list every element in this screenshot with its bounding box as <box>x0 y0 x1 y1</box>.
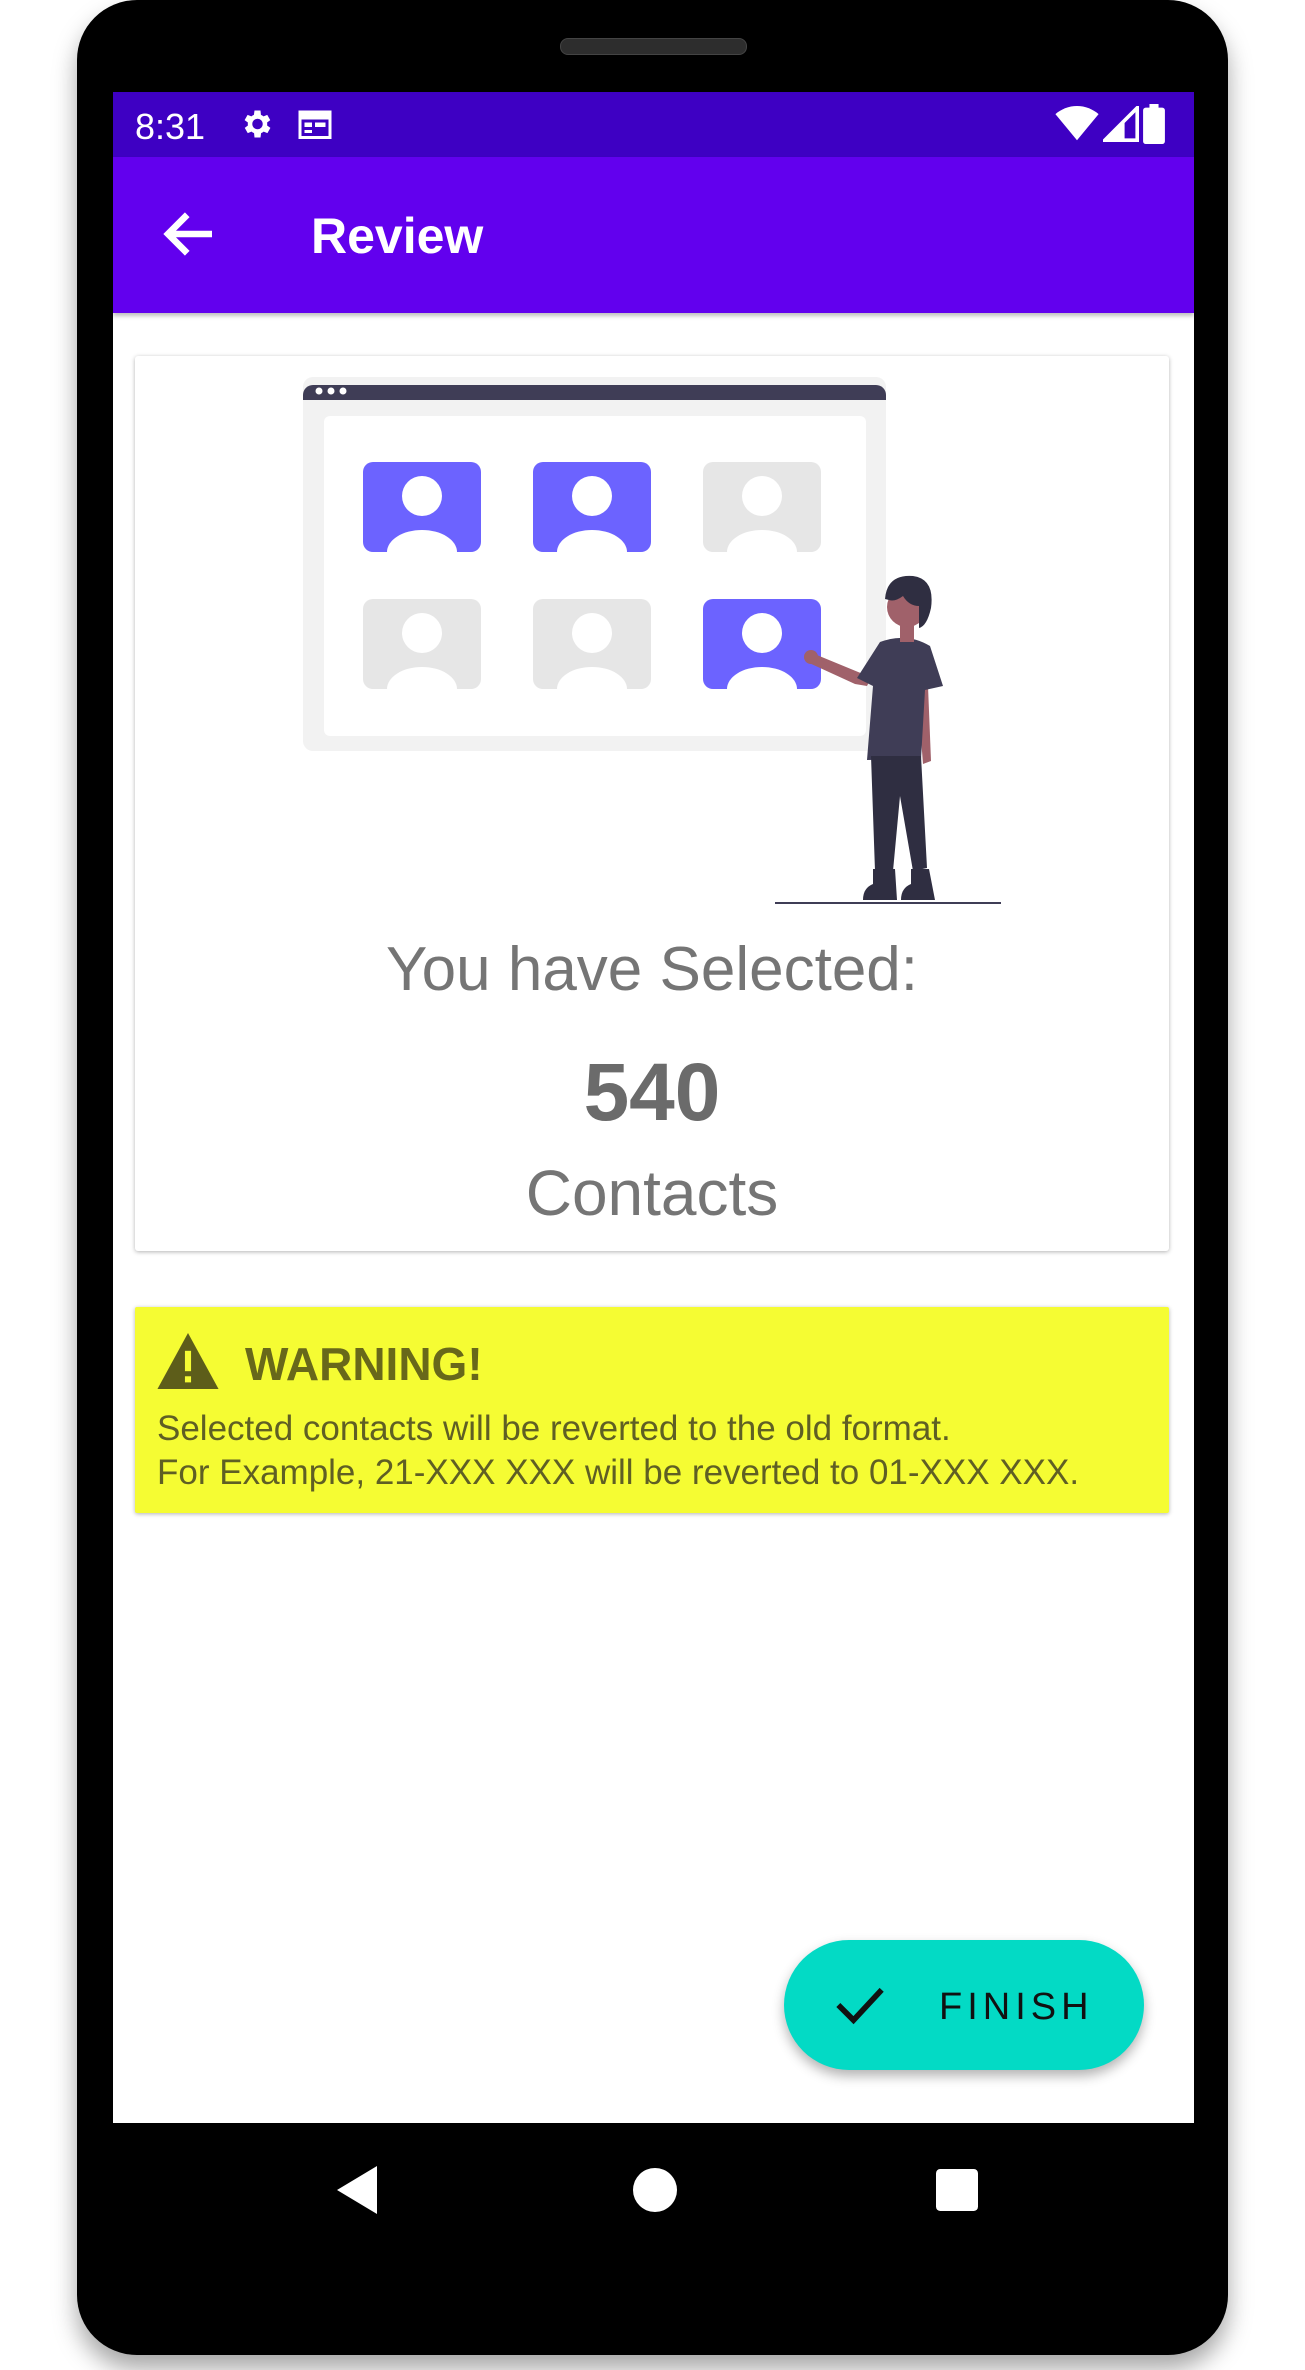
summary-card: You have Selected: 540 Contacts <box>135 356 1169 1251</box>
battery-icon <box>1143 104 1165 144</box>
contact-tile <box>533 462 651 552</box>
contacts-unit-label: Contacts <box>525 1157 779 1229</box>
signal-icon <box>1103 106 1139 142</box>
selected-count: 540 <box>583 1047 721 1138</box>
calendar-icon <box>298 110 332 139</box>
arrow-back-icon[interactable] <box>157 201 223 267</box>
person-selecting-contacts-illustration <box>303 377 1001 904</box>
contact-tile <box>703 462 821 552</box>
app-bar: Review <box>113 157 1194 313</box>
contact-tile <box>703 599 821 689</box>
app-screen: 8:31 Review You have Selected: 540 Conta… <box>113 92 1194 2123</box>
warning-example: For Example, 21-XXX XXX will be reverted… <box>157 1453 1080 1492</box>
finish-button-label: FINISH <box>939 1986 1094 2028</box>
warning-icon <box>157 1333 219 1389</box>
warning-title: WARNING! <box>245 1338 483 1390</box>
nav-recents-icon[interactable] <box>936 2169 978 2211</box>
nav-home-icon[interactable] <box>633 2168 677 2212</box>
status-bar: 8:31 <box>113 92 1194 157</box>
system-nav-bar <box>113 2123 1194 2263</box>
finish-button[interactable]: FINISH <box>784 1940 1144 2070</box>
check-icon <box>836 1987 884 2025</box>
status-time: 8:31 <box>135 106 206 147</box>
wifi-icon <box>1055 106 1099 141</box>
page-title: Review <box>311 208 484 264</box>
warning-banner: WARNING! Selected contacts will be rever… <box>135 1307 1169 1513</box>
gear-icon <box>244 110 271 138</box>
warning-message: Selected contacts will be reverted to th… <box>157 1409 951 1448</box>
selected-label: You have Selected: <box>385 935 919 1004</box>
contact-tile <box>363 462 481 552</box>
contact-tile <box>363 599 481 689</box>
nav-back-icon[interactable] <box>336 2166 378 2214</box>
phone-frame: 8:31 Review You have Selected: 540 Conta… <box>77 0 1228 2355</box>
phone-speaker <box>560 38 747 55</box>
contact-tile <box>533 599 651 689</box>
